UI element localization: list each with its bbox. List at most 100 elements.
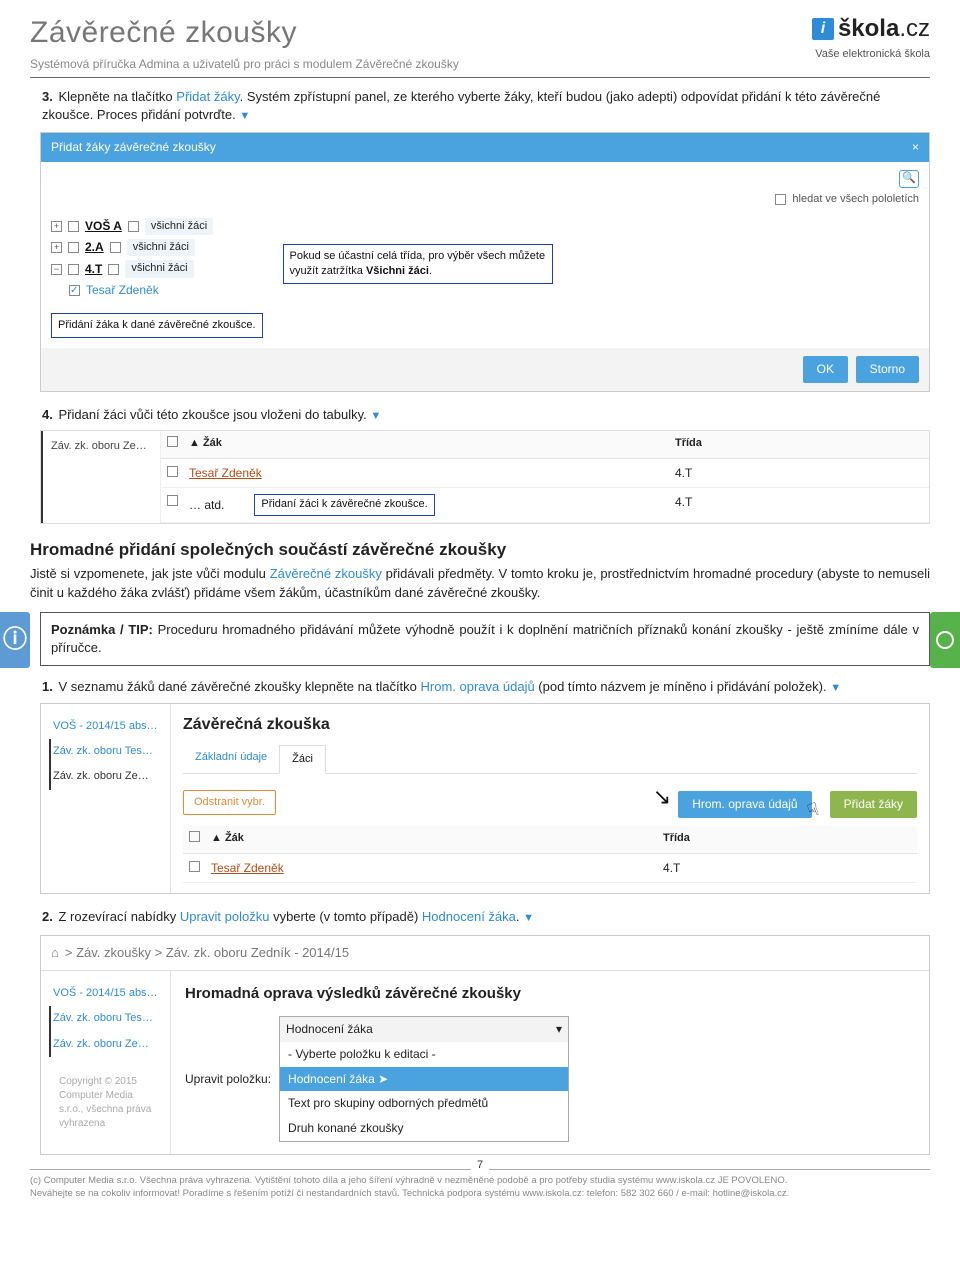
cursor-icon: ➤ <box>378 1072 388 1086</box>
add-students-panel: Přidat žáky závěrečné zkoušky × 🔍 hledat… <box>40 132 930 391</box>
step-b1: 1. V seznamu žáků dané závěrečné zkoušky… <box>42 678 930 696</box>
arrow-down-icon: ↘ <box>653 784 671 809</box>
callout-all-students: Pokud se účastní celá třída, pro výběr v… <box>283 244 553 285</box>
logo: i škola.cz Vaše elektronická škola <box>812 12 930 62</box>
all-checkbox[interactable] <box>110 242 121 253</box>
th-student[interactable]: Žák <box>225 832 244 844</box>
remove-selected-button[interactable]: Odstranit vybr. <box>183 790 276 815</box>
sidebar-item[interactable]: Záv. zk. oboru Ze… <box>49 764 162 789</box>
ok-button[interactable]: OK <box>803 356 848 383</box>
sidebar-item[interactable]: VOŠ - 2014/15 abs… <box>49 714 162 739</box>
module-link[interactable]: Závěrečné zkoušky <box>270 566 382 581</box>
collapse-icon[interactable]: − <box>51 264 62 275</box>
all-label: všichni žáci <box>145 218 213 235</box>
copyright-label: Copyright © 2015 Computer Media s.r.o., … <box>49 1057 162 1139</box>
footer-line-2: Neváhejte se na cokoliv informovat! Pora… <box>30 1187 930 1200</box>
logo-tagline: Vaše elektronická škola <box>812 47 930 62</box>
class-cell: 4.T <box>657 854 917 883</box>
all-label: všichni žáci <box>125 260 193 277</box>
edit-item-select[interactable]: Hodnocení žáka▾ - Vyberte položku k edit… <box>279 1016 569 1142</box>
student-checkbox[interactable] <box>69 285 80 296</box>
search-all-checkbox[interactable] <box>775 194 786 205</box>
select-all-checkbox[interactable] <box>189 831 200 842</box>
close-icon[interactable]: × <box>912 139 919 156</box>
panel-title: Přidat žáky závěrečné zkoušky <box>51 139 216 156</box>
select-option[interactable]: - Vyberte položku k editaci - <box>280 1042 568 1067</box>
row-checkbox[interactable] <box>167 466 178 477</box>
class-cell: 4.T <box>669 488 929 521</box>
students-table: Záv. zk. oboru Ze… ▲ Žák Třída Tesař Zde… <box>40 430 930 524</box>
etc-label: … atd. <box>189 497 224 514</box>
select-all-checkbox[interactable] <box>167 436 178 447</box>
tab-students[interactable]: Žáci <box>279 745 326 774</box>
footer-line-1: (c) Computer Media s.r.o. Všechna práva … <box>30 1174 930 1187</box>
student-link[interactable]: Tesař Zdeněk <box>211 861 284 875</box>
info-icon: ⓘ <box>0 612 30 668</box>
add-students-link[interactable]: Přidat žáky <box>176 89 239 104</box>
all-checkbox[interactable] <box>108 264 119 275</box>
class-checkbox[interactable] <box>68 242 79 253</box>
sidebar-item[interactable]: Záv. zk. oboru Ze… <box>49 1032 162 1057</box>
page-number: 7 <box>471 1158 489 1173</box>
section-text: Jistě si vzpomenete, jak jste vůči modul… <box>30 565 930 601</box>
th-student[interactable]: Žák <box>203 437 222 449</box>
select-option[interactable]: Hodnocení žáka ➤ <box>280 1067 568 1092</box>
grading-link[interactable]: Hodnocení žáka <box>422 909 516 924</box>
panel-title: Závěrečná zkouška <box>183 714 917 736</box>
select-option[interactable]: Druh konané zkoušky <box>280 1116 568 1141</box>
footer: 7 (c) Computer Media s.r.o. Všechna práv… <box>30 1169 930 1201</box>
class-name[interactable]: 2.A <box>85 239 104 256</box>
search-icon[interactable]: 🔍 <box>899 170 919 188</box>
edit-item-link[interactable]: Upravit položku <box>180 909 270 924</box>
all-checkbox[interactable] <box>128 221 139 232</box>
select-option[interactable]: Text pro skupiny odborných předmětů <box>280 1091 568 1116</box>
chevron-down-icon: ▾ <box>556 1021 562 1038</box>
class-name[interactable]: VOŠ A <box>85 218 122 235</box>
class-name[interactable]: 4.T <box>85 261 102 278</box>
header: Závěrečné zkoušky Systémová příručka Adm… <box>30 12 930 78</box>
info-box: Poznámka / TIP: Proceduru hromadného při… <box>40 612 930 666</box>
student-name[interactable]: Tesař Zdeněk <box>86 282 159 299</box>
step-4: 4. Přidaní žáci vůči této zkoušce jsou v… <box>42 406 930 424</box>
th-class[interactable]: Třída <box>669 431 929 457</box>
logo-icon: i <box>812 18 834 40</box>
caret-down-icon: ▼ <box>523 912 534 924</box>
bulk-edit-button[interactable]: Hrom. oprava údajů <box>678 791 811 818</box>
bulk-edit-link[interactable]: Hrom. oprava údajů <box>421 679 535 694</box>
breadcrumb[interactable]: > Záv. zkoušky > Záv. zk. oboru Zedník -… <box>65 944 349 962</box>
tip-icon <box>930 612 960 668</box>
tab-basic[interactable]: Základní údaje <box>183 744 279 773</box>
class-checkbox[interactable] <box>68 221 79 232</box>
cancel-button[interactable]: Storno <box>856 356 919 383</box>
expand-icon[interactable]: + <box>51 242 62 253</box>
caret-down-icon: ▼ <box>830 682 841 694</box>
th-class[interactable]: Třída <box>657 826 917 852</box>
sidebar-item[interactable]: Záv. zk. oboru Tes… <box>49 1006 162 1031</box>
home-icon[interactable]: ⌂ <box>51 944 59 962</box>
callout-added: Přidaní žáci k závěrečné zkoušce. <box>254 494 434 515</box>
search-all-label: hledat ve všech pololetích <box>792 192 919 207</box>
step-b2: 2. Z rozevírací nabídky Upravit položku … <box>42 908 930 926</box>
all-label: všichni žáci <box>127 239 195 256</box>
expand-icon[interactable]: + <box>51 221 62 232</box>
select-label: Upravit položku: <box>185 1071 271 1088</box>
callout-add-student: Přidání žáka k dané závěrečné zkoušce. <box>51 313 263 338</box>
row-checkbox[interactable] <box>167 495 178 506</box>
sidebar-item[interactable]: VOŠ - 2014/15 abs… <box>49 981 162 1006</box>
page-title: Závěrečné zkoušky <box>30 12 459 54</box>
row-checkbox[interactable] <box>189 861 200 872</box>
student-link[interactable]: Tesař Zdeněk <box>189 466 262 480</box>
class-cell: 4.T <box>669 459 929 488</box>
screenshot-select-item: ⌂ > Záv. zkoušky > Záv. zk. oboru Zedník… <box>40 935 930 1155</box>
class-checkbox[interactable] <box>68 264 79 275</box>
caret-down-icon: ▼ <box>239 110 250 122</box>
page-subtitle: Systémová příručka Admina a uživatelů pr… <box>30 56 459 73</box>
sidebar-item[interactable]: Záv. zk. oboru Tes… <box>49 739 162 764</box>
step-3: 3. Klepněte na tlačítko Přidat žáky. Sys… <box>42 88 930 125</box>
add-students-button[interactable]: Přidat žáky <box>830 791 917 818</box>
section-heading: Hromadné přidání společných součástí záv… <box>30 538 930 562</box>
caret-down-icon: ▼ <box>370 410 381 422</box>
breadcrumb-side[interactable]: Záv. zk. oboru Ze… <box>41 431 161 523</box>
screenshot-bulk-edit: VOŠ - 2014/15 abs… Záv. zk. oboru Tes… Z… <box>40 703 930 895</box>
panel-title: Hromadná oprava výsledků závěrečné zkouš… <box>185 983 915 1004</box>
